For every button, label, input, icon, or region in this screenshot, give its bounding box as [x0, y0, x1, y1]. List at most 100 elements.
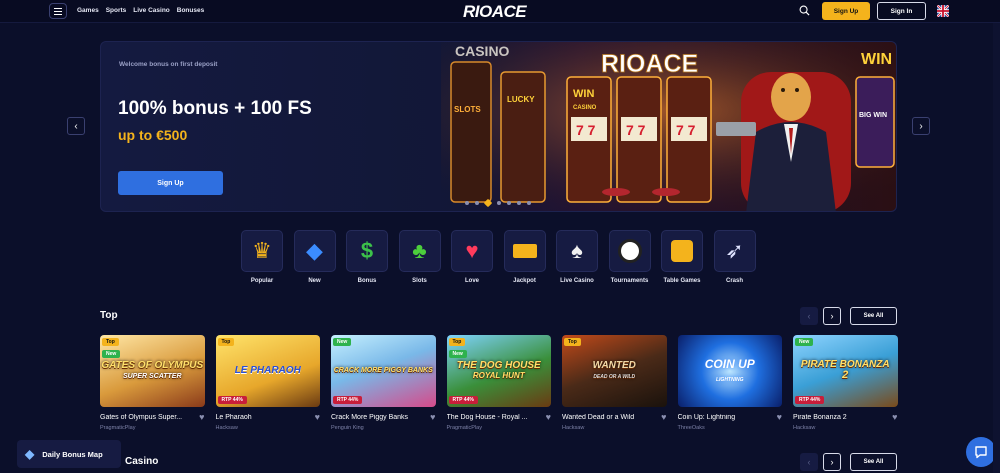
hero-prev-arrow[interactable]: ‹	[67, 117, 85, 135]
badge-new: New	[102, 350, 121, 358]
gold-bars-icon	[512, 244, 537, 258]
hero-kicker: Welcome bonus on first deposit	[119, 61, 218, 68]
thumb-subtitle: DEAD OR A WILD	[593, 374, 636, 380]
nav-sports[interactable]: Sports	[106, 7, 127, 14]
category-label: Crash	[725, 278, 743, 284]
hero-signup-button[interactable]: Sign Up	[118, 171, 223, 195]
header-signup-button[interactable]: Sign Up	[822, 2, 870, 20]
game-thumbnail[interactable]: THE DOG HOUSE ROYAL HUNT Top New RTP 44%	[446, 335, 551, 407]
game-provider: Hacksaw	[215, 425, 238, 431]
game-card[interactable]: THE DOG HOUSE ROYAL HUNT Top New RTP 44% …	[446, 335, 551, 431]
category-love[interactable]: ♥ Love	[451, 230, 493, 284]
game-provider: Penguin King	[331, 425, 364, 431]
casino-next-arrow[interactable]: ›	[823, 453, 841, 471]
casino-see-all-button[interactable]: See All	[850, 453, 897, 471]
game-card[interactable]: PIRATE BONANZA 2 New RTP 44% Pirate Bonan…	[793, 335, 898, 431]
category-new[interactable]: ◆ New	[293, 230, 336, 284]
category-bonus[interactable]: $ Bonus	[346, 230, 388, 284]
category-slots[interactable]: ♣ Slots	[398, 230, 441, 284]
badge-new: New	[333, 338, 352, 346]
daily-bonus-map-button[interactable]: ◆ Daily Bonus Map	[17, 440, 121, 468]
favorite-heart-icon[interactable]: ♥	[430, 413, 435, 422]
nav-bonuses[interactable]: Bonuses	[177, 7, 204, 14]
header-signin-button[interactable]: Sign In	[877, 2, 926, 20]
category-jackpot[interactable]: Jackpot	[503, 230, 546, 284]
top-prev-arrow[interactable]: ‹	[800, 307, 818, 325]
game-thumbnail[interactable]: LE PHARAOH Top RTP 44%	[215, 335, 320, 407]
game-card[interactable]: CRACK MORE PIGGY BANKS New RTP 44% Crack…	[331, 335, 436, 431]
casino-prev-arrow[interactable]: ‹	[800, 453, 818, 471]
pagination-dot-active[interactable]	[483, 198, 493, 208]
nav-live-casino[interactable]: Live Casino	[133, 7, 169, 14]
game-name[interactable]: Coin Up: Lightning	[678, 414, 736, 421]
art-text-lucky: LUCKY	[507, 95, 535, 104]
category-popular[interactable]: ♛ Popular	[241, 230, 283, 284]
category-bar: ♛ Popular ◆ New $ Bonus ♣ Slots ♥ Love J…	[241, 230, 756, 284]
game-name[interactable]: Pirate Bonanza 2	[793, 414, 847, 421]
game-provider: Hacksaw	[793, 425, 816, 431]
game-name[interactable]: Crack More Piggy Banks	[331, 414, 408, 421]
pagination-dot[interactable]	[517, 201, 521, 205]
thumb-title: GATES OF OLYMPUS	[101, 359, 204, 371]
game-thumbnail[interactable]: CRACK MORE PIGGY BANKS New RTP 44%	[331, 335, 436, 407]
badge-rtp: RTP 44%	[795, 396, 825, 404]
soccer-ball-icon	[617, 239, 642, 263]
top-games-row: GATES OF OLYMPUS SUPER SCATTER Top New Ga…	[100, 335, 898, 431]
menu-button[interactable]	[49, 3, 67, 19]
favorite-heart-icon[interactable]: ♥	[892, 413, 897, 422]
game-thumbnail[interactable]: PIRATE BONANZA 2 New RTP 44%	[793, 335, 898, 407]
category-crash[interactable]: ➶ Crash	[713, 230, 756, 284]
game-name[interactable]: Le Pharaoh	[216, 414, 252, 421]
top-see-all-button[interactable]: See All	[850, 307, 897, 325]
main-nav: Games Sports Live Casino Bonuses	[77, 7, 204, 14]
game-card[interactable]: LE PHARAOH Top RTP 44% Le Pharaoh ♥ Hack…	[215, 335, 320, 431]
game-name[interactable]: The Dog House - Royal ...	[447, 414, 528, 421]
live-chat-button[interactable]	[966, 437, 996, 467]
category-label: Table Games	[663, 278, 701, 284]
pagination-dot[interactable]	[475, 201, 479, 205]
game-name[interactable]: Gates of Olympus Super...	[100, 414, 182, 421]
pagination-dot[interactable]	[507, 201, 511, 205]
top-header: Games Sports Live Casino Bonuses RIOACE …	[0, 0, 1000, 23]
category-label: Slots	[412, 278, 427, 284]
favorite-heart-icon[interactable]: ♥	[546, 413, 551, 422]
pagination-dot[interactable]	[465, 201, 469, 205]
favorite-heart-icon[interactable]: ♥	[199, 413, 204, 422]
thumb-subtitle: LIGHTNING	[715, 377, 744, 383]
hero-casino-illustration: CASINO LUCKY SLOTS 7 7 7 7 7 7 WIN CASIN…	[441, 42, 896, 211]
badge-top: Top	[448, 338, 466, 346]
category-label: Bonus	[357, 278, 377, 284]
hero-next-arrow[interactable]: ›	[912, 117, 930, 135]
nav-games[interactable]: Games	[77, 7, 99, 14]
category-label: Jackpot	[513, 278, 536, 284]
category-label: New	[308, 278, 321, 284]
favorite-heart-icon[interactable]: ♥	[315, 413, 320, 422]
game-thumbnail[interactable]: WANTED DEAD OR A WILD Top	[562, 335, 667, 407]
pagination-dot[interactable]	[527, 201, 531, 205]
game-name[interactable]: Wanted Dead or a Wild	[562, 414, 634, 421]
search-icon[interactable]	[799, 5, 810, 16]
category-table-games[interactable]: Table Games	[661, 230, 703, 284]
favorite-heart-icon[interactable]: ♥	[777, 413, 782, 422]
category-tournaments[interactable]: Tournaments	[608, 230, 651, 284]
game-thumbnail[interactable]: GATES OF OLYMPUS SUPER SCATTER Top New	[100, 335, 205, 407]
game-card[interactable]: COIN UP LIGHTNING Coin Up: Lightning ♥ Th…	[677, 335, 782, 431]
game-card[interactable]: WANTED DEAD OR A WILD Top Wanted Dead or …	[562, 335, 667, 431]
badge-top: Top	[217, 338, 235, 346]
site-logo[interactable]: RIOACE	[463, 2, 527, 22]
badge-new: New	[448, 350, 467, 358]
category-live-casino[interactable]: ♠ Live Casino	[556, 230, 598, 284]
top-next-arrow[interactable]: ›	[823, 307, 841, 325]
art-text-casino-2: CASINO	[573, 105, 597, 111]
pagination-dot[interactable]	[497, 201, 501, 205]
uk-flag-icon[interactable]	[937, 5, 949, 17]
section-title-casino: Casino	[125, 456, 159, 467]
page-scrollbar[interactable]	[993, 23, 1000, 473]
category-label: Live Casino	[560, 278, 594, 284]
favorite-heart-icon[interactable]: ♥	[661, 413, 666, 422]
hero-banner[interactable]: CASINO LUCKY SLOTS 7 7 7 7 7 7 WIN CASIN…	[100, 41, 897, 212]
art-text-big-win: BIG WIN	[859, 112, 887, 119]
badge-top: Top	[564, 338, 581, 346]
game-thumbnail[interactable]: COIN UP LIGHTNING	[677, 335, 782, 407]
game-card[interactable]: GATES OF OLYMPUS SUPER SCATTER Top New Ga…	[100, 335, 205, 431]
